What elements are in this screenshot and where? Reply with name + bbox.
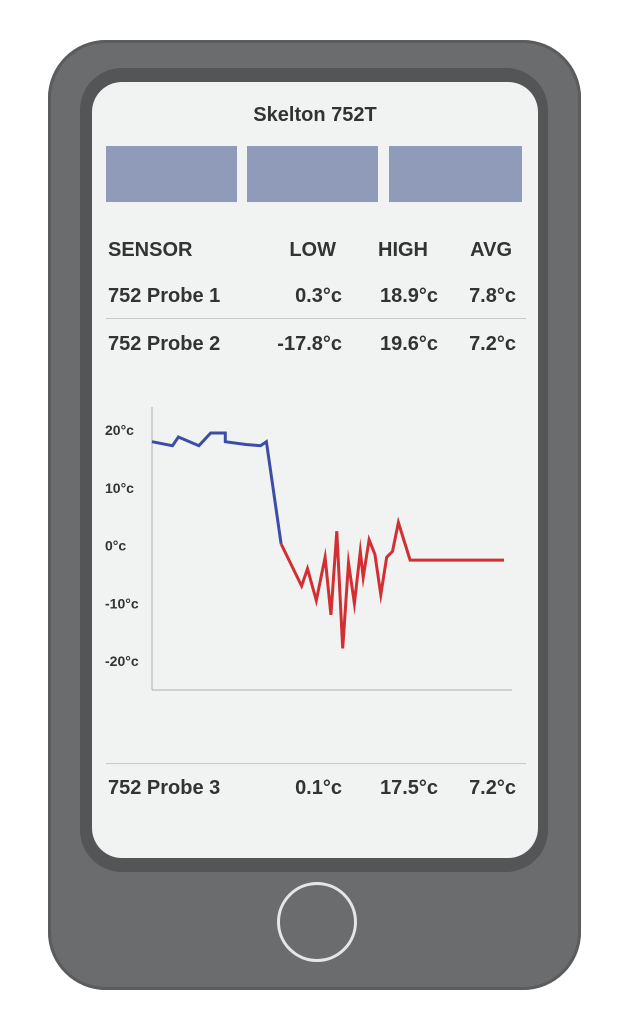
- y-tick-label: 10°c: [105, 480, 134, 496]
- tab-3[interactable]: [389, 146, 522, 202]
- tab-2[interactable]: [247, 146, 378, 202]
- series-line-1: [151, 431, 283, 545]
- sensor-name: 752 Probe 1: [108, 285, 221, 307]
- y-tick-label: 20°c: [105, 422, 134, 438]
- high-value: 18.9°c: [379, 285, 438, 307]
- tab-1[interactable]: [106, 146, 237, 202]
- series-line-2: [279, 516, 504, 649]
- sensor-name: 752 Probe 2: [108, 333, 221, 355]
- avg-value: 7.2°c: [469, 777, 516, 799]
- column-header-low: LOW: [289, 239, 336, 261]
- sensor-name: 752 Probe 3: [108, 777, 221, 799]
- row-divider: [106, 318, 526, 319]
- avg-value: 7.2°c: [469, 333, 516, 355]
- y-tick-label: -10°c: [105, 595, 139, 611]
- table-row[interactable]: 752 Probe 2 -17.8°c 19.6°c 7.2°c: [92, 333, 538, 361]
- tab-bar: [106, 146, 522, 202]
- app-screen: Skelton 752T SENSOR LOW HIGH AVG 752 Pro…: [92, 82, 538, 858]
- temperature-chart: 20°c 10°c 0°c -10°c -20°c: [105, 407, 512, 691]
- column-header-high: HIGH: [378, 239, 428, 261]
- table-row[interactable]: 752 Probe 3 0.1°c 17.5°c 7.2°c: [92, 777, 538, 805]
- home-button[interactable]: [277, 882, 357, 962]
- high-value: 17.5°c: [379, 777, 438, 799]
- low-value: -17.8°c: [277, 333, 342, 355]
- column-header-sensor: SENSOR: [108, 239, 193, 261]
- app-title: Skelton 752T: [253, 104, 377, 126]
- y-tick-label: -20°c: [105, 653, 139, 669]
- row-divider: [106, 763, 526, 764]
- table-row[interactable]: 752 Probe 1 0.3°c 18.9°c 7.8°c: [92, 285, 538, 313]
- avg-value: 7.8°c: [469, 285, 516, 307]
- y-tick-label: 0°c: [105, 538, 126, 554]
- low-value: 0.3°c: [295, 285, 342, 307]
- column-header-avg: AVG: [470, 239, 512, 261]
- high-value: 19.6°c: [379, 333, 438, 355]
- table-header: SENSOR LOW HIGH AVG: [92, 239, 538, 267]
- low-value: 0.1°c: [295, 777, 342, 799]
